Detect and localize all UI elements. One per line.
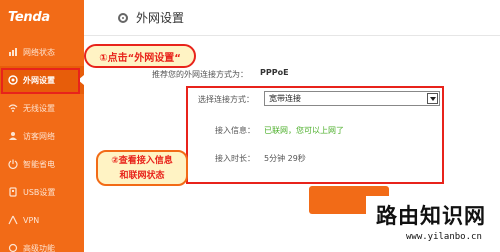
sidebar-item-label: 网络状态 (23, 47, 55, 57)
sidebar-item-vpn[interactable]: VPN (0, 206, 84, 234)
sidebar-item-label: 访客网络 (23, 131, 55, 141)
step1-callout: ①点击“外网设置“ (84, 44, 196, 68)
step2-line1: ②查看接入信息 (111, 156, 173, 166)
sidebar-item-network-status[interactable]: 网络状态 (0, 38, 84, 66)
sidebar-item-power-saving[interactable]: 智能省电 (0, 150, 84, 178)
access-info-value: 已联网，您可以上网了 (264, 126, 344, 135)
step2-callout: ②查看接入信息 和联网状态 (96, 150, 188, 186)
brand-logo: Tenda (8, 10, 50, 25)
recommend-label: 推荐您的外网连接方式为： (152, 70, 248, 79)
sidebar-item-label: VPN (23, 215, 40, 225)
sidebar-item-label: USB设置 (23, 187, 56, 197)
connection-type-value: 宽带连接 (269, 94, 301, 103)
sidebar-item-wireless[interactable]: 无线设置 (0, 94, 84, 122)
sidebar: Tenda 网络状态 外网设置 无线设置 访客网络 智能省电 USB设置 VPN… (0, 0, 84, 252)
sidebar-item-label: 高级功能 (23, 243, 55, 252)
active-item-highlight (1, 68, 80, 94)
connection-type-label: 选择连接方式： (198, 95, 254, 104)
advanced-icon (8, 243, 18, 252)
dashboard-icon (8, 47, 18, 57)
step2-line2: 和联网状态 (119, 171, 165, 181)
watermark-title: 路由知识网 (376, 204, 486, 228)
globe-icon (118, 12, 128, 23)
page-header: 外网设置 (84, 0, 500, 36)
sidebar-item-guest-network[interactable]: 访客网络 (0, 122, 84, 150)
access-duration-label: 接入时长： (215, 154, 255, 163)
connection-type-select[interactable]: 宽带连接 (264, 91, 440, 106)
sidebar-item-usb[interactable]: USB设置 (0, 178, 84, 206)
sidebar-item-label: 智能省电 (23, 159, 55, 169)
watermark-url: www.yilanbo.cn (406, 232, 482, 242)
access-duration-value: 5分钟 29秒 (264, 154, 306, 163)
access-info-label: 接入信息： (215, 126, 255, 135)
guest-icon (8, 131, 18, 141)
watermark: 路由知识网 www.yilanbo.cn (366, 196, 500, 252)
vpn-icon (8, 215, 18, 225)
power-icon (8, 159, 18, 169)
usb-icon (8, 187, 18, 197)
page-title: 外网设置 (136, 11, 185, 25)
sidebar-item-advanced[interactable]: 高级功能 (0, 234, 84, 252)
sidebar-item-label: 无线设置 (23, 103, 55, 113)
recommend-value: PPPoE (260, 68, 289, 77)
chevron-down-icon[interactable] (427, 93, 438, 104)
wifi-icon (8, 103, 18, 113)
